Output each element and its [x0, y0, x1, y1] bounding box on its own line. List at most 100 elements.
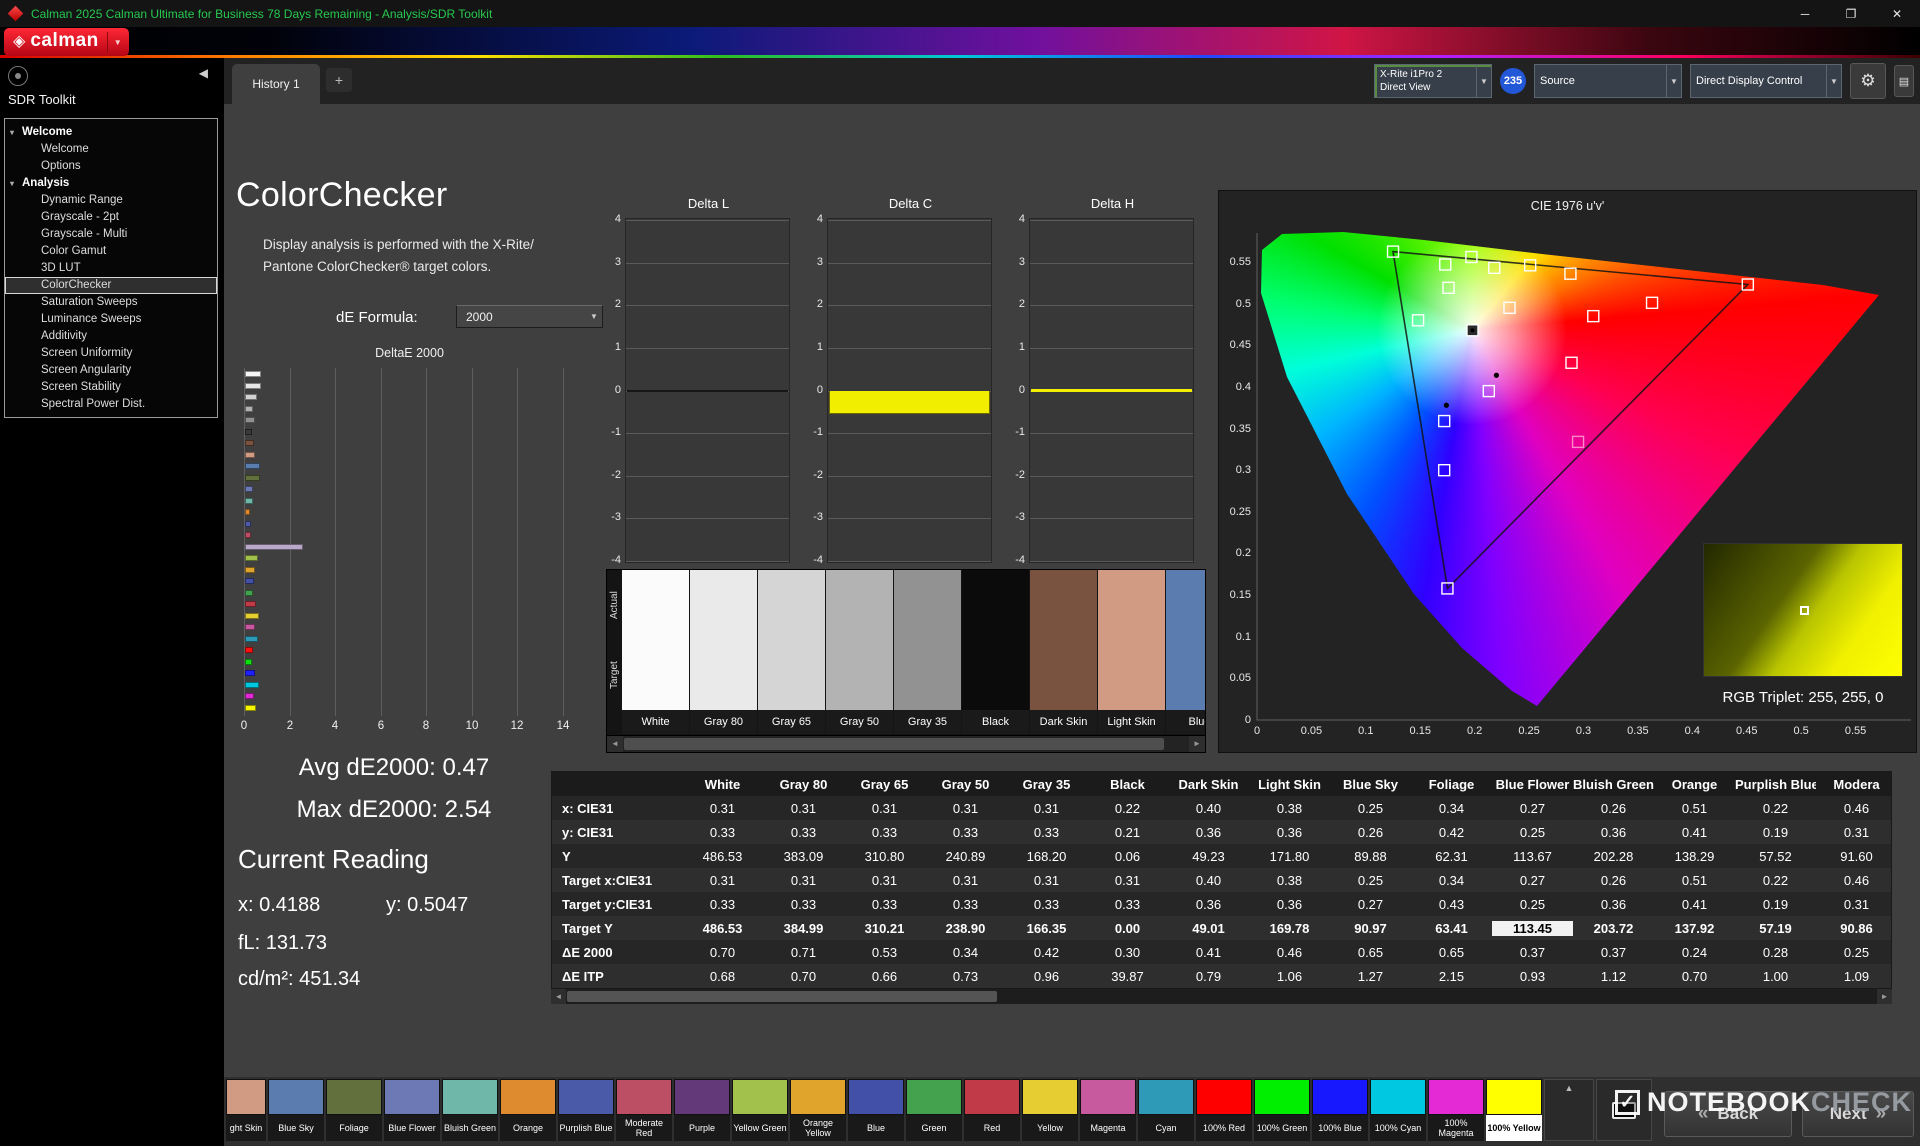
sidebar-item-luminance-sweeps[interactable]: Luminance Sweeps	[5, 311, 217, 328]
pattern-swatch-blue-sky[interactable]: Blue Sky	[268, 1079, 324, 1141]
pattern-swatch-green[interactable]: Green	[906, 1079, 962, 1141]
axis-tick-label: 0.3	[1575, 725, 1592, 737]
workflow-home-button[interactable]	[8, 66, 28, 86]
meter-dropdown[interactable]: X-Rite i1Pro 2 Direct View ▼	[1374, 64, 1492, 98]
table-row-y: Y 486.53 383.09 310.80 240.89 168.20 0.06 49.23…	[552, 844, 1891, 868]
table-cell: 0.26	[1600, 872, 1627, 888]
table-row-target-x-cie31: Target x:CIE31 0.31 0.31 0.31 0.31 0.31 0.31 0.…	[552, 868, 1891, 892]
back-button[interactable]: « Back	[1664, 1091, 1792, 1137]
sidebar-item-grayscale-multi[interactable]: Grayscale - Multi	[5, 226, 217, 243]
scroll-right-icon[interactable]: ►	[1189, 736, 1205, 752]
pattern-swatch-100-yellow[interactable]: 100% Yellow	[1486, 1079, 1542, 1141]
axis-tick-label: 0	[614, 384, 621, 396]
source-dropdown[interactable]: Source ▼	[1534, 64, 1682, 98]
pattern-swatch-blue-flower[interactable]: Blue Flower	[384, 1079, 440, 1141]
pattern-swatch-yellow[interactable]: Yellow	[1022, 1079, 1078, 1141]
pattern-swatch-100-red[interactable]: 100% Red	[1196, 1079, 1252, 1141]
minimize-icon[interactable]: ─	[1782, 0, 1828, 27]
sidebar-item-screen-uniformity[interactable]: Screen Uniformity	[5, 345, 217, 362]
chevron-down-icon[interactable]: ▼	[1476, 65, 1491, 97]
meter-mode: Direct View	[1380, 82, 1431, 93]
maximize-icon[interactable]: ❐	[1828, 0, 1874, 27]
close-icon[interactable]: ✕	[1874, 0, 1920, 27]
axis-tick-label: 0.3	[1235, 464, 1251, 477]
de-formula-dropdown[interactable]: 2000 ▼	[456, 305, 603, 328]
table-cell: 0.33	[1033, 824, 1060, 840]
pattern-swatch-foliage[interactable]: Foliage	[326, 1079, 382, 1141]
chevron-down-icon[interactable]: ▼	[1826, 65, 1841, 97]
tree-expand-icon[interactable]: ▾	[10, 175, 14, 192]
meter-count-badge: 235	[1500, 68, 1526, 94]
layout-button[interactable]: ▤	[1894, 65, 1914, 97]
actual-swatch	[1166, 570, 1205, 640]
expand-pattern-bar-button[interactable]: ▲	[1544, 1079, 1594, 1141]
pattern-window-button[interactable]	[1596, 1079, 1652, 1141]
pattern-swatch-cyan[interactable]: Cyan	[1138, 1079, 1194, 1141]
pattern-swatch-red[interactable]: Red	[964, 1079, 1020, 1141]
pattern-swatch-100-blue[interactable]: 100% Blue	[1312, 1079, 1368, 1141]
settings-button[interactable]: ⚙	[1850, 63, 1886, 99]
page-description: Display analysis is performed with the X…	[263, 237, 534, 275]
axis-tick-label: -2	[813, 469, 823, 481]
pattern-swatch-bluish-green[interactable]: Bluish Green	[442, 1079, 498, 1141]
sidebar-item-spectral-power-dist[interactable]: Spectral Power Dist.	[5, 396, 217, 413]
table-header-cell: Light Skin	[1258, 776, 1321, 792]
pattern-swatch-orange-yellow[interactable]: Orange Yellow	[790, 1079, 846, 1141]
table-cell: 2.15	[1438, 968, 1465, 984]
sidebar-item-grayscale-2pt[interactable]: Grayscale - 2pt	[5, 209, 217, 226]
table-scrollbar[interactable]: ◄ ►	[551, 989, 1892, 1004]
pattern-swatch-100-magenta[interactable]: 100% Magenta	[1428, 1079, 1484, 1141]
table-cell: 62.31	[1435, 848, 1468, 864]
table-header-cell: Purplish Blue	[1735, 776, 1816, 792]
sidebar-item-dynamic-range[interactable]: Dynamic Range	[5, 192, 217, 209]
axis-tick-label: -4	[813, 554, 823, 566]
deltae-bar-yellow	[245, 612, 259, 619]
scrollbar-thumb[interactable]	[624, 738, 1164, 750]
pattern-swatch-moderate-red[interactable]: Moderate Red	[616, 1079, 672, 1141]
scrollbar-thumb[interactable]	[567, 991, 997, 1002]
table-cell: 383.09	[783, 848, 824, 864]
sidebar-collapse-icon[interactable]: ◀	[199, 66, 208, 80]
sidebar-item-welcome[interactable]: ▾ Welcome	[5, 124, 217, 141]
scroll-left-icon[interactable]: ◄	[607, 736, 623, 752]
pattern-swatch-purplish-blue[interactable]: Purplish Blue	[558, 1079, 614, 1141]
scroll-left-icon[interactable]: ◄	[551, 989, 566, 1004]
add-tab-button[interactable]: +	[326, 68, 352, 92]
target-swatch	[622, 640, 689, 710]
sidebar-item-colorchecker[interactable]: ColorChecker	[5, 277, 217, 294]
pattern-swatch-100-green[interactable]: 100% Green	[1254, 1079, 1310, 1141]
sidebar-item-screen-stability[interactable]: Screen Stability	[5, 379, 217, 396]
sidebar-item-welcome[interactable]: Welcome	[5, 141, 217, 158]
swatch-strip-scrollbar[interactable]: ◄ ►	[607, 735, 1205, 752]
chevron-down-icon[interactable]: ▼	[1666, 65, 1681, 97]
sidebar-item-additivity[interactable]: Additivity	[5, 328, 217, 345]
display-control-dropdown[interactable]: Direct Display Control ▼	[1690, 64, 1842, 98]
tree-expand-icon[interactable]: ▾	[10, 124, 14, 141]
logo-menu-chevron-icon[interactable]: ▼	[114, 38, 122, 47]
row-label: ΔE 2000	[562, 944, 613, 960]
sidebar-item-screen-angularity[interactable]: Screen Angularity	[5, 362, 217, 379]
sidebar-item-options[interactable]: Options	[5, 158, 217, 175]
axis-tick-label: 1	[1018, 341, 1025, 353]
calman-logo[interactable]: ◈ calman ▼	[4, 28, 129, 56]
gridline	[626, 263, 789, 264]
pattern-swatch-100-cyan[interactable]: 100% Cyan	[1370, 1079, 1426, 1141]
sidebar-item-3d-lut[interactable]: 3D LUT	[5, 260, 217, 277]
axis-tick-label: -3	[1015, 511, 1025, 523]
table-cell: 1.12	[1600, 968, 1627, 984]
table-header-cell: White	[704, 776, 741, 792]
pattern-swatch-ght-skin[interactable]: ght Skin	[226, 1079, 266, 1141]
pattern-swatch-blue[interactable]: Blue	[848, 1079, 904, 1141]
scroll-right-icon[interactable]: ►	[1877, 989, 1892, 1004]
sidebar-item-color-gamut[interactable]: Color Gamut	[5, 243, 217, 260]
pattern-swatch-purple[interactable]: Purple	[674, 1079, 730, 1141]
next-button[interactable]: Next »	[1802, 1091, 1914, 1137]
tab-history-1[interactable]: History 1	[232, 64, 320, 104]
pattern-swatch-yellow-green[interactable]: Yellow Green	[732, 1079, 788, 1141]
pattern-swatch-magenta[interactable]: Magenta	[1080, 1079, 1136, 1141]
deltae-bar-100-blue	[245, 670, 255, 676]
pattern-swatch-orange[interactable]: Orange	[500, 1079, 556, 1141]
sidebar-item-analysis[interactable]: ▾ Analysis	[5, 175, 217, 192]
sidebar-item-saturation-sweeps[interactable]: Saturation Sweeps	[5, 294, 217, 311]
table-cell: 0.93	[1519, 968, 1546, 984]
